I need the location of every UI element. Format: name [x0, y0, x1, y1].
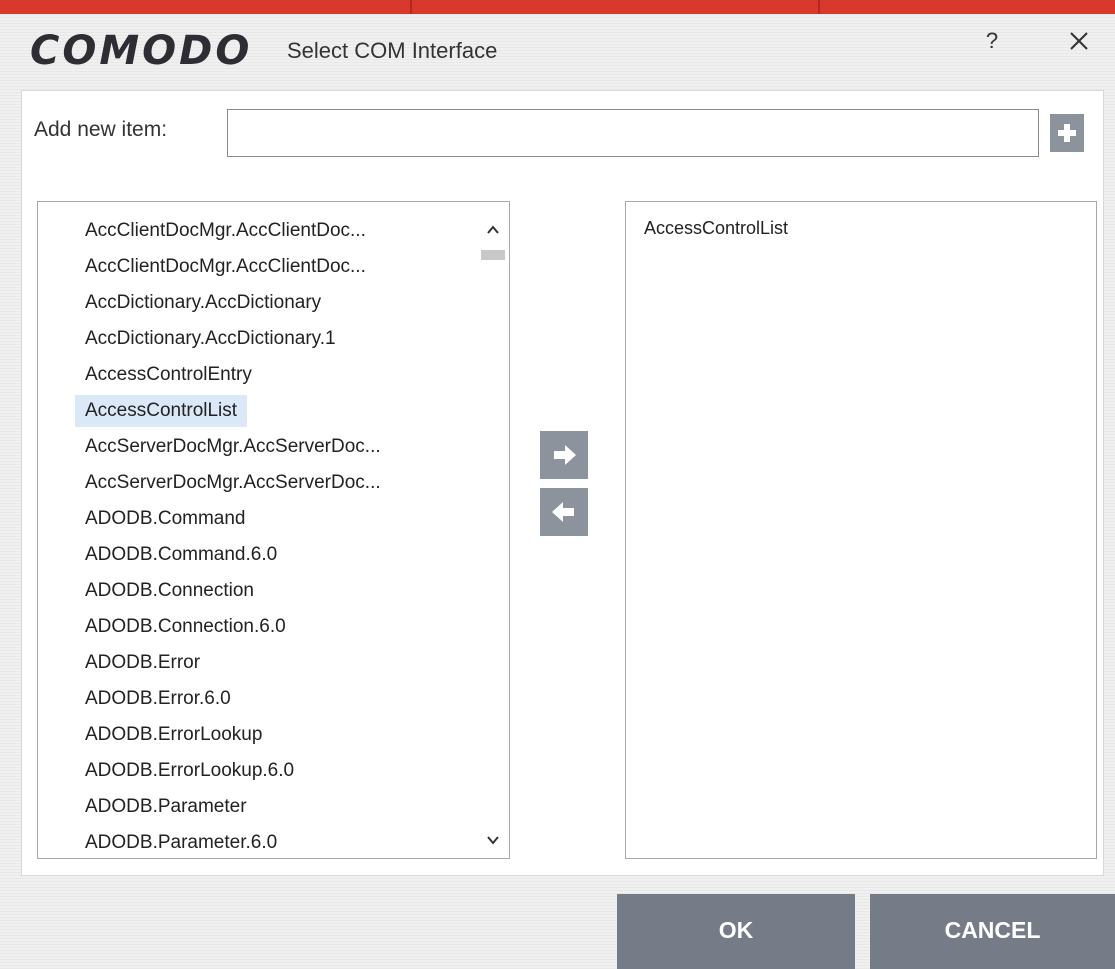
- list-item[interactable]: ADODB.Parameter: [75, 791, 257, 823]
- scroll-up-button[interactable]: [477, 216, 509, 244]
- list-item[interactable]: ADODB.Error: [75, 647, 210, 679]
- list-item[interactable]: AccServerDocMgr.AccServerDoc...: [75, 431, 391, 463]
- ok-button[interactable]: OK: [617, 894, 855, 969]
- add-new-item-label: Add new item:: [34, 118, 168, 141]
- help-button[interactable]: ?: [978, 24, 1006, 58]
- list-item[interactable]: AccessControlList: [644, 218, 788, 239]
- close-icon: [1070, 32, 1088, 50]
- selected-interfaces-list[interactable]: AccessControlList: [625, 201, 1097, 859]
- list-item[interactable]: AccClientDocMgr.AccClientDoc...: [75, 251, 376, 283]
- list-item[interactable]: ADODB.ErrorLookup.6.0: [75, 755, 304, 787]
- arrow-left-icon: [552, 502, 574, 522]
- window-title: Select COM Interface: [287, 38, 498, 63]
- title-bar: COMODO Select COM Interface ?: [0, 14, 1115, 88]
- list-item[interactable]: AccClientDocMgr.AccClientDoc...: [75, 215, 376, 247]
- chevron-down-icon: [487, 836, 499, 845]
- close-button[interactable]: [1062, 24, 1096, 58]
- list-item[interactable]: ADODB.Connection: [75, 575, 264, 607]
- add-new-item-input[interactable]: [227, 109, 1039, 157]
- plus-icon: [1058, 124, 1076, 142]
- add-item-button[interactable]: [1050, 114, 1084, 152]
- strip-divider: [410, 0, 412, 14]
- top-accent-strip: [0, 0, 1115, 14]
- list-item[interactable]: ADODB.Command: [75, 503, 256, 535]
- chevron-up-icon: [487, 225, 499, 234]
- list-item[interactable]: AccDictionary.AccDictionary.1: [75, 323, 346, 355]
- list-item[interactable]: AccessControlEntry: [75, 359, 262, 391]
- list-item[interactable]: ADODB.Connection.6.0: [75, 611, 296, 643]
- list-scrollbar[interactable]: [477, 202, 509, 858]
- move-right-button[interactable]: [540, 431, 588, 479]
- cancel-button[interactable]: CANCEL: [870, 894, 1115, 969]
- list-item-selected[interactable]: AccessControlList: [75, 395, 248, 427]
- list-item[interactable]: AccServerDocMgr.AccServerDoc...: [75, 467, 391, 499]
- scroll-down-button[interactable]: [477, 826, 509, 854]
- list-item[interactable]: ADODB.ErrorLookup: [75, 719, 272, 751]
- comodo-logo: COMODO: [30, 28, 253, 74]
- move-left-button[interactable]: [540, 488, 588, 536]
- arrow-right-icon: [554, 445, 576, 465]
- list-item[interactable]: ADODB.Error.6.0: [75, 683, 241, 715]
- scroll-thumb[interactable]: [481, 250, 505, 260]
- available-interfaces-list[interactable]: AccClientDocMgr.AccClientDoc... AccClien…: [37, 201, 510, 859]
- main-panel: Add new item: AccClientDocMgr.AccClientD…: [21, 90, 1104, 876]
- list-item[interactable]: ADODB.Parameter.6.0: [75, 827, 287, 858]
- list-item[interactable]: ADODB.Command.6.0: [75, 539, 287, 571]
- strip-divider: [818, 0, 820, 14]
- list-item[interactable]: AccDictionary.AccDictionary: [75, 287, 331, 319]
